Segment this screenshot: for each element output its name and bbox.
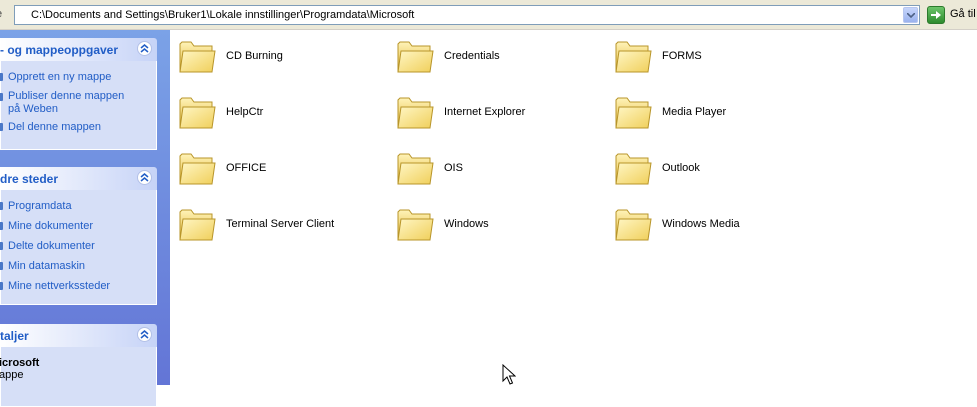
folder-item[interactable]: Credentials — [388, 33, 588, 77]
folder-label[interactable]: Media Player — [662, 106, 726, 118]
go-arrow-icon — [927, 6, 945, 24]
folder-icon[interactable] — [396, 150, 434, 187]
folder-label[interactable]: Internet Explorer — [444, 106, 525, 118]
collapse-other-places-button[interactable] — [137, 170, 152, 185]
my-computer-icon — [0, 262, 3, 270]
folder-item[interactable]: Media Player — [606, 89, 806, 133]
go-label: Gå til — [950, 8, 976, 20]
folder-icon[interactable] — [178, 206, 216, 243]
place-my-computer-label[interactable]: Min datamaskin — [8, 260, 85, 272]
chevron-down-icon — [907, 13, 915, 18]
folder-icon[interactable] — [396, 206, 434, 243]
task-new-folder-label[interactable]: Opprett en ny mappe — [8, 71, 111, 83]
other-places-title: dre steder — [0, 172, 59, 186]
folder-label[interactable]: HelpCtr — [226, 106, 263, 118]
folder-icon[interactable] — [178, 38, 216, 75]
folder-icon[interactable] — [178, 150, 216, 187]
place-my-computer[interactable]: Min datamaskin — [0, 256, 156, 276]
folder-label[interactable]: FORMS — [662, 50, 702, 62]
folder-item[interactable]: HelpCtr — [170, 89, 370, 133]
folder-label[interactable]: OFFICE — [226, 162, 266, 174]
folder-icon[interactable] — [614, 150, 652, 187]
collapse-details-button[interactable] — [137, 327, 152, 342]
address-path[interactable]: C:\Documents and Settings\Bruker1\Lokale… — [31, 9, 414, 21]
other-places-header[interactable]: dre steder — [0, 167, 157, 190]
folder-icon[interactable] — [614, 38, 652, 75]
folder-item[interactable]: OFFICE — [170, 145, 370, 189]
folder-item[interactable]: OIS — [388, 145, 588, 189]
folder-label[interactable]: OIS — [444, 162, 463, 174]
other-places-body: Programdata Mine dokumenter Delte dokume… — [0, 190, 157, 305]
folder-icon[interactable] — [396, 94, 434, 131]
folder-item[interactable]: CD Burning — [170, 33, 370, 77]
task-share-folder-label[interactable]: Del denne mappen — [8, 121, 101, 133]
collapse-file-tasks-button[interactable] — [137, 41, 152, 56]
address-label: e — [0, 8, 6, 22]
folder-label[interactable]: Windows Media — [662, 218, 740, 230]
folder-item[interactable]: Internet Explorer — [388, 89, 588, 133]
publish-web-icon — [0, 93, 3, 101]
shared-documents-icon — [0, 242, 3, 250]
folder-item[interactable]: FORMS — [606, 33, 806, 77]
task-new-folder[interactable]: Opprett en ny mappe — [0, 67, 156, 87]
place-network-places-label[interactable]: Mine nettverkssteder — [8, 280, 110, 292]
folder-icon[interactable] — [178, 94, 216, 131]
other-places-panel: dre steder Programdata Mine dokumenter D… — [0, 167, 157, 305]
details-folder-name: icrosoft — [0, 357, 40, 369]
folder-icon[interactable] — [614, 206, 652, 243]
file-tasks-panel: - og mappeoppgaver Opprett en ny mappe P… — [0, 38, 157, 150]
folder-label[interactable]: Outlook — [662, 162, 700, 174]
file-tasks-body: Opprett en ny mappe Publiser denne mappe… — [0, 61, 157, 150]
my-documents-icon — [0, 222, 3, 230]
details-panel: taljer icrosoft appe — [0, 324, 157, 407]
file-tasks-header[interactable]: - og mappeoppgaver — [0, 38, 157, 61]
mouse-cursor — [502, 364, 516, 385]
address-bar: e C:\Documents and Settings\Bruker1\Loka… — [0, 0, 977, 30]
folder-label[interactable]: CD Burning — [226, 50, 283, 62]
place-programdata[interactable]: Programdata — [0, 196, 156, 216]
details-body: icrosoft appe — [0, 347, 157, 407]
folder-icon[interactable] — [614, 94, 652, 131]
folder-label[interactable]: Credentials — [444, 50, 500, 62]
folder-icon[interactable] — [396, 38, 434, 75]
place-network-places[interactable]: Mine nettverkssteder — [0, 276, 156, 296]
details-folder-type: appe — [0, 369, 24, 381]
go-button[interactable]: Gå til — [927, 5, 977, 25]
details-header[interactable]: taljer — [0, 324, 157, 347]
place-my-documents[interactable]: Mine dokumenter — [0, 216, 156, 236]
chevron-up-icon — [140, 330, 149, 339]
address-dropdown-button[interactable] — [903, 7, 918, 23]
address-field[interactable]: C:\Documents and Settings\Bruker1\Lokale… — [14, 5, 920, 25]
folder-small-icon — [0, 202, 3, 210]
place-programdata-label[interactable]: Programdata — [8, 200, 72, 212]
task-pane: - og mappeoppgaver Opprett en ny mappe P… — [0, 30, 170, 407]
folder-label[interactable]: Windows — [444, 218, 489, 230]
folder-item[interactable]: Terminal Server Client — [170, 201, 370, 245]
chevron-up-icon — [140, 173, 149, 182]
network-places-icon — [0, 282, 3, 290]
folder-label[interactable]: Terminal Server Client — [226, 218, 334, 230]
task-share-folder[interactable]: Del denne mappen — [0, 117, 156, 137]
chevron-up-icon — [140, 44, 149, 53]
folder-item[interactable]: Outlook — [606, 145, 806, 189]
folder-item[interactable]: Windows Media — [606, 201, 806, 245]
place-my-documents-label[interactable]: Mine dokumenter — [8, 220, 93, 232]
folder-item[interactable]: Windows — [388, 201, 588, 245]
details-title: taljer — [0, 329, 29, 343]
folder-view: CD Burning Credentials FORMS HelpCtr Int… — [170, 30, 977, 385]
place-shared-documents[interactable]: Delte dokumenter — [0, 236, 156, 256]
new-folder-icon — [0, 73, 3, 81]
task-publish-folder[interactable]: Publiser denne mappen på Weben — [0, 87, 136, 117]
place-shared-documents-label[interactable]: Delte dokumenter — [8, 240, 95, 252]
file-tasks-title: - og mappeoppgaver — [0, 43, 119, 57]
task-publish-folder-label[interactable]: Publiser denne mappen på Weben — [8, 90, 124, 115]
share-folder-icon — [0, 123, 3, 131]
